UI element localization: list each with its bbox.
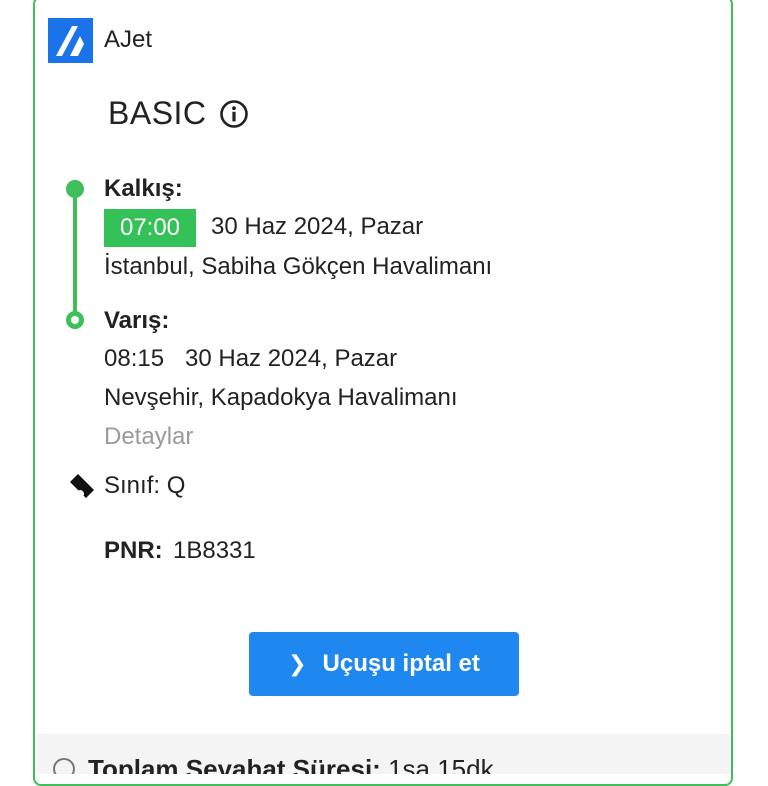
pnr-label: PNR: — [104, 537, 163, 564]
departure-time-badge: 07:00 — [104, 209, 196, 247]
cancel-flight-label: Uçuşu iptal et — [322, 650, 480, 677]
arrival-time: 08:15 — [104, 345, 165, 372]
cabin-class: Sınıf: Q — [104, 472, 186, 499]
clock-icon — [53, 758, 75, 774]
total-travel-time-bar: Toplam Seyahat Süresi: 1sa 15dk — [36, 734, 730, 774]
info-icon[interactable] — [219, 99, 249, 129]
total-travel-time-value: 1sa 15dk — [388, 754, 494, 774]
arrival-label: Varış: — [104, 307, 170, 334]
arrival-date: 30 Haz 2024, Pazar — [185, 345, 398, 372]
arrival-dot — [66, 311, 84, 329]
ticket-icon — [70, 474, 94, 498]
departure-label: Kalkış: — [104, 175, 183, 202]
details-link[interactable]: Detaylar — [104, 423, 193, 451]
pnr-value: 1B8331 — [173, 537, 256, 564]
chevron-right-icon: ❯ — [288, 651, 307, 676]
fare-class-title: BASIC — [108, 95, 207, 131]
cancel-flight-button[interactable]: ❯ Uçuşu iptal et — [249, 632, 519, 696]
total-travel-time-label: Toplam Seyahat Süresi: — [88, 754, 381, 774]
departure-date: 30 Haz 2024, Pazar — [211, 213, 424, 240]
departure-airport: İstanbul, Sabiha Gökçen Havalimanı — [104, 253, 493, 280]
timeline-line — [73, 188, 77, 320]
arrival-airport: Nevşehir, Kapadokya Havalimanı — [104, 384, 458, 411]
departure-dot — [66, 180, 84, 198]
airline-name: AJet — [104, 26, 153, 53]
ajet-logo-icon — [48, 18, 93, 63]
total-travel-time: Toplam Seyahat Süresi: 1sa 15dk — [88, 754, 494, 774]
